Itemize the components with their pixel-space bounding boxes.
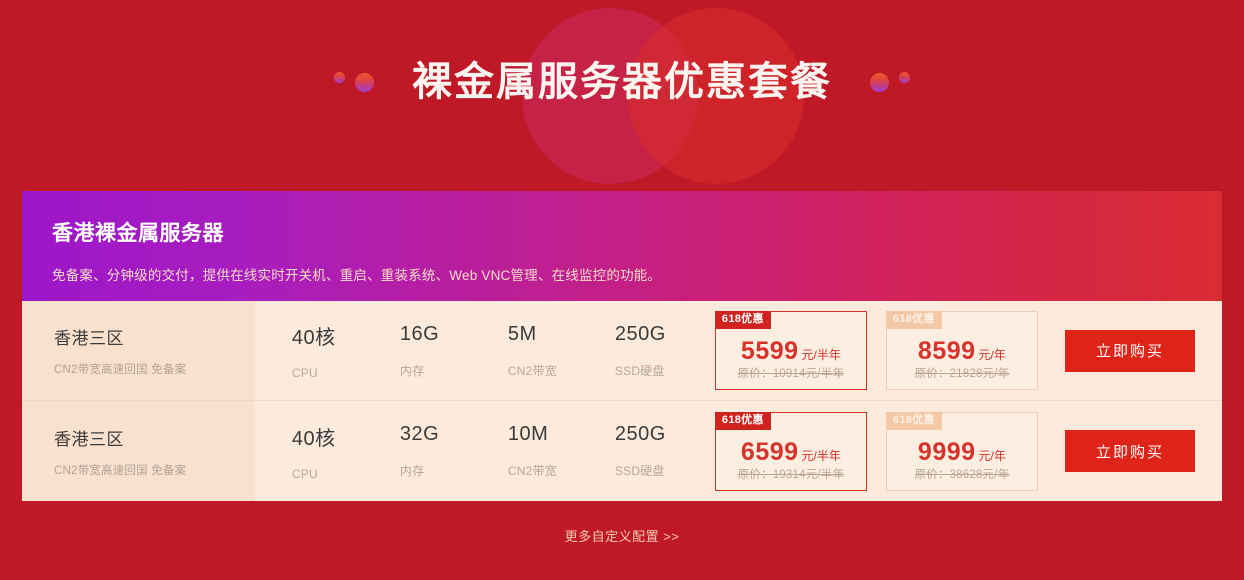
price-option-half-year[interactable]: 618优惠 5599 元/半年 原价：10914元/半年 [714, 311, 867, 390]
spec-value: 16G [399, 322, 440, 345]
buy-cell: 立即购买 [1038, 301, 1222, 400]
spec-label: SSD硬盘 [614, 464, 665, 478]
spec-value: 5M [507, 322, 537, 345]
spec-memory: 32G 内存 [400, 423, 508, 479]
spec-value: 40核 [291, 427, 336, 450]
card-header-title: 香港裸金属服务器 [52, 222, 224, 245]
pricing-table: 香港三区 CN2带宽高速回国 免备案 40核 CPU 16G 内存 5M CN2… [22, 301, 1222, 501]
price-amount: 6599 [740, 437, 799, 466]
discount-badge: 618优惠 [885, 311, 942, 329]
decorative-dot-icon [334, 71, 345, 83]
buy-now-button[interactable]: 立即购买 [1064, 430, 1195, 472]
hero-dots-left [334, 71, 374, 93]
spec-value: 250G [614, 423, 666, 445]
plan-name: 香港三区 [54, 429, 124, 449]
page-title: 裸金属服务器优惠套餐 [412, 60, 832, 104]
price-unit: 元/年 [978, 448, 1006, 463]
decorative-dot-icon [355, 72, 374, 92]
buy-cell: 立即购买 [1038, 401, 1222, 501]
discount-badge: 618优惠 [714, 311, 771, 329]
promo-page: 裸金属服务器优惠套餐 香港裸金属服务器 免备案、分钟级的交付，提供在线实时开关机… [0, 0, 1244, 580]
original-price: 原价：10914元/半年 [737, 368, 845, 380]
spec-memory: 16G 内存 [400, 323, 508, 379]
price-unit: 元/半年 [801, 348, 841, 362]
spec-disk: 250G SSD硬盘 [615, 323, 715, 379]
pricing-card: 香港裸金属服务器 免备案、分钟级的交付，提供在线实时开关机、重启、重装系统、We… [22, 191, 1222, 501]
spec-disk: 250G SSD硬盘 [615, 423, 715, 479]
price-amount: 9999 [917, 437, 976, 466]
price-unit: 元/年 [978, 348, 1006, 362]
spec-label: SSD硬盘 [614, 363, 665, 378]
spec-bandwidth: 10M CN2带宽 [508, 423, 615, 479]
price-unit: 元/半年 [801, 448, 841, 463]
table-row: 香港三区 CN2带宽高速回国 免备案 40核 CPU 16G 内存 5M CN2… [22, 301, 1222, 401]
price-options: 618优惠 6599 元/半年 原价：19314元/半年 618优惠 9999 元/… [714, 411, 1038, 491]
decorative-dot-icon [870, 72, 889, 92]
card-header: 香港裸金属服务器 免备案、分钟级的交付，提供在线实时开关机、重启、重装系统、We… [22, 191, 1222, 301]
spec-cpu: 40核 CPU [292, 422, 400, 481]
spec-label: 内存 [399, 464, 425, 478]
spec-value: 32G [399, 423, 440, 445]
plan-name-subtitle: CN2带宽高速回国 免备案 [54, 464, 187, 477]
price-main: 9999 元/年 [887, 438, 1037, 467]
plan-name-cell: 香港三区 CN2带宽高速回国 免备案 [22, 401, 255, 501]
price-amount: 5599 [740, 337, 799, 365]
spec-label: CN2带宽 [507, 464, 557, 478]
discount-badge: 618优惠 [885, 411, 942, 430]
plan-specs: 40核 CPU 32G 内存 10M CN2带宽 250G SSD硬盘 618优… [255, 401, 1038, 501]
original-price: 原价：19314元/半年 [737, 468, 845, 481]
discount-badge: 618优惠 [714, 411, 771, 430]
spec-label: CPU [291, 366, 318, 380]
price-option-half-year[interactable]: 618优惠 6599 元/半年 原价：19314元/半年 [714, 411, 867, 491]
card-header-subtitle: 免备案、分钟级的交付，提供在线实时开关机、重启、重装系统、Web VNC管理、在… [52, 268, 662, 283]
spec-value: 10M [507, 423, 549, 445]
hero-banner: 裸金属服务器优惠套餐 [0, 62, 1244, 102]
price-option-year[interactable]: 618优惠 9999 元/年 原价：38628元/年 [885, 411, 1038, 491]
decorative-dot-icon [899, 71, 910, 83]
plan-name-subtitle: CN2带宽高速回国 免备案 [54, 364, 187, 376]
original-price: 原价：21828元/年 [914, 368, 1010, 380]
price-main: 8599 元/年 [887, 337, 1037, 366]
hero-dots-right [870, 71, 910, 93]
spec-value: 40核 [291, 327, 336, 349]
plan-name: 香港三区 [54, 329, 124, 348]
spec-label: CN2带宽 [507, 363, 557, 378]
price-main: 5599 元/半年 [716, 337, 866, 366]
price-main: 6599 元/半年 [716, 438, 866, 467]
spec-cpu: 40核 CPU [292, 321, 400, 380]
spec-label: 内存 [399, 363, 425, 378]
price-amount: 8599 [917, 337, 976, 365]
spec-bandwidth: 5M CN2带宽 [508, 323, 615, 379]
table-row: 香港三区 CN2带宽高速回国 免备案 40核 CPU 32G 内存 10M CN… [22, 401, 1222, 501]
price-options: 618优惠 5599 元/半年 原价：10914元/半年 618优惠 8599 元/… [714, 311, 1038, 390]
price-option-year[interactable]: 618优惠 8599 元/年 原价：21828元/年 [885, 311, 1038, 390]
spec-label: CPU [291, 466, 318, 481]
original-price: 原价：38628元/年 [914, 468, 1010, 481]
spec-value: 250G [614, 322, 666, 345]
plan-specs: 40核 CPU 16G 内存 5M CN2带宽 250G SSD硬盘 618优惠… [255, 301, 1038, 400]
plan-name-cell: 香港三区 CN2带宽高速回国 免备案 [22, 301, 255, 400]
more-custom-config-link[interactable]: 更多自定义配置 >> [0, 526, 1244, 545]
buy-now-button[interactable]: 立即购买 [1064, 329, 1195, 372]
